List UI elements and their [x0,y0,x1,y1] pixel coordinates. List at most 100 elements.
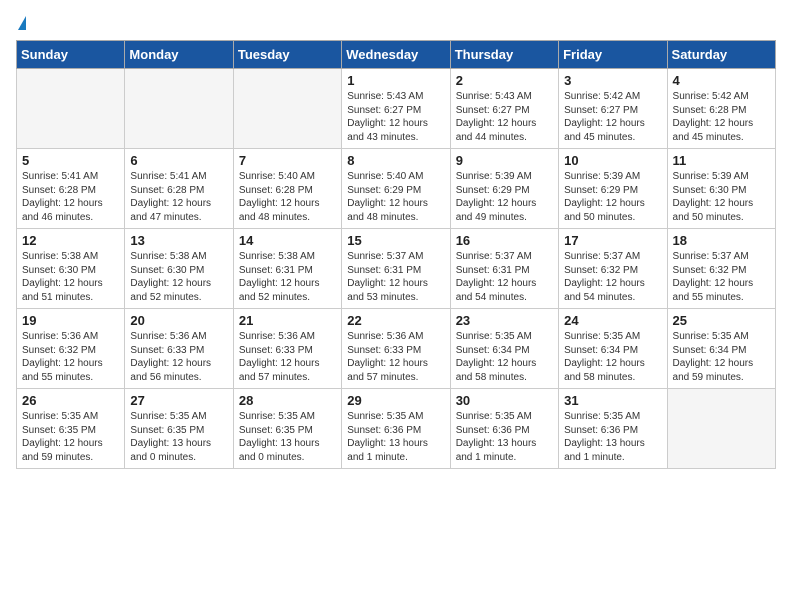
day-number: 6 [130,153,227,168]
day-number: 17 [564,233,661,248]
day-number: 21 [239,313,336,328]
day-info: Sunrise: 5:35 AM Sunset: 6:35 PM Dayligh… [130,410,227,464]
day-info: Sunrise: 5:36 AM Sunset: 6:33 PM Dayligh… [347,330,444,384]
day-info: Sunrise: 5:40 AM Sunset: 6:28 PM Dayligh… [239,170,336,224]
calendar-cell: 11 Sunrise: 5:39 AM Sunset: 6:30 PM Dayl… [667,149,775,229]
calendar-header-tuesday: Tuesday [233,41,341,69]
calendar-cell: 30 Sunrise: 5:35 AM Sunset: 6:36 PM Dayl… [450,389,558,469]
day-number: 12 [22,233,119,248]
day-number: 18 [673,233,770,248]
calendar-cell: 17 Sunrise: 5:37 AM Sunset: 6:32 PM Dayl… [559,229,667,309]
day-info: Sunrise: 5:43 AM Sunset: 6:27 PM Dayligh… [347,90,444,144]
day-number: 2 [456,73,553,88]
calendar-cell: 2 Sunrise: 5:43 AM Sunset: 6:27 PM Dayli… [450,69,558,149]
day-info: Sunrise: 5:36 AM Sunset: 6:33 PM Dayligh… [130,330,227,384]
calendar-table: SundayMondayTuesdayWednesdayThursdayFrid… [16,40,776,469]
header [16,16,776,30]
day-number: 5 [22,153,119,168]
day-info: Sunrise: 5:35 AM Sunset: 6:34 PM Dayligh… [456,330,553,384]
day-number: 4 [673,73,770,88]
calendar-header-monday: Monday [125,41,233,69]
day-info: Sunrise: 5:36 AM Sunset: 6:32 PM Dayligh… [22,330,119,384]
day-info: Sunrise: 5:35 AM Sunset: 6:36 PM Dayligh… [456,410,553,464]
day-number: 3 [564,73,661,88]
calendar-cell: 26 Sunrise: 5:35 AM Sunset: 6:35 PM Dayl… [17,389,125,469]
day-info: Sunrise: 5:41 AM Sunset: 6:28 PM Dayligh… [22,170,119,224]
day-info: Sunrise: 5:42 AM Sunset: 6:27 PM Dayligh… [564,90,661,144]
day-info: Sunrise: 5:39 AM Sunset: 6:29 PM Dayligh… [564,170,661,224]
calendar-week-row: 12 Sunrise: 5:38 AM Sunset: 6:30 PM Dayl… [17,229,776,309]
day-number: 20 [130,313,227,328]
day-info: Sunrise: 5:40 AM Sunset: 6:29 PM Dayligh… [347,170,444,224]
calendar-cell: 10 Sunrise: 5:39 AM Sunset: 6:29 PM Dayl… [559,149,667,229]
logo [16,16,26,30]
day-number: 23 [456,313,553,328]
calendar-cell: 22 Sunrise: 5:36 AM Sunset: 6:33 PM Dayl… [342,309,450,389]
calendar-cell: 6 Sunrise: 5:41 AM Sunset: 6:28 PM Dayli… [125,149,233,229]
day-number: 28 [239,393,336,408]
day-number: 27 [130,393,227,408]
day-info: Sunrise: 5:35 AM Sunset: 6:36 PM Dayligh… [564,410,661,464]
calendar-cell: 23 Sunrise: 5:35 AM Sunset: 6:34 PM Dayl… [450,309,558,389]
calendar-cell: 21 Sunrise: 5:36 AM Sunset: 6:33 PM Dayl… [233,309,341,389]
day-info: Sunrise: 5:35 AM Sunset: 6:35 PM Dayligh… [239,410,336,464]
day-info: Sunrise: 5:37 AM Sunset: 6:32 PM Dayligh… [564,250,661,304]
calendar-cell [233,69,341,149]
day-info: Sunrise: 5:35 AM Sunset: 6:36 PM Dayligh… [347,410,444,464]
day-info: Sunrise: 5:41 AM Sunset: 6:28 PM Dayligh… [130,170,227,224]
day-number: 29 [347,393,444,408]
calendar-cell: 19 Sunrise: 5:36 AM Sunset: 6:32 PM Dayl… [17,309,125,389]
day-number: 22 [347,313,444,328]
calendar-cell: 12 Sunrise: 5:38 AM Sunset: 6:30 PM Dayl… [17,229,125,309]
day-number: 24 [564,313,661,328]
day-number: 1 [347,73,444,88]
day-number: 7 [239,153,336,168]
calendar-cell: 18 Sunrise: 5:37 AM Sunset: 6:32 PM Dayl… [667,229,775,309]
calendar-cell: 15 Sunrise: 5:37 AM Sunset: 6:31 PM Dayl… [342,229,450,309]
calendar-cell: 28 Sunrise: 5:35 AM Sunset: 6:35 PM Dayl… [233,389,341,469]
calendar-week-row: 26 Sunrise: 5:35 AM Sunset: 6:35 PM Dayl… [17,389,776,469]
calendar-cell: 8 Sunrise: 5:40 AM Sunset: 6:29 PM Dayli… [342,149,450,229]
calendar-header-thursday: Thursday [450,41,558,69]
logo-icon [18,16,26,30]
day-number: 8 [347,153,444,168]
day-info: Sunrise: 5:35 AM Sunset: 6:34 PM Dayligh… [564,330,661,384]
calendar-cell: 31 Sunrise: 5:35 AM Sunset: 6:36 PM Dayl… [559,389,667,469]
calendar-cell: 29 Sunrise: 5:35 AM Sunset: 6:36 PM Dayl… [342,389,450,469]
day-info: Sunrise: 5:38 AM Sunset: 6:30 PM Dayligh… [22,250,119,304]
calendar-week-row: 19 Sunrise: 5:36 AM Sunset: 6:32 PM Dayl… [17,309,776,389]
day-info: Sunrise: 5:39 AM Sunset: 6:29 PM Dayligh… [456,170,553,224]
day-number: 26 [22,393,119,408]
calendar-header-sunday: Sunday [17,41,125,69]
calendar-cell [17,69,125,149]
day-number: 16 [456,233,553,248]
calendar-cell: 20 Sunrise: 5:36 AM Sunset: 6:33 PM Dayl… [125,309,233,389]
calendar-cell: 3 Sunrise: 5:42 AM Sunset: 6:27 PM Dayli… [559,69,667,149]
calendar-cell: 4 Sunrise: 5:42 AM Sunset: 6:28 PM Dayli… [667,69,775,149]
day-info: Sunrise: 5:36 AM Sunset: 6:33 PM Dayligh… [239,330,336,384]
day-number: 25 [673,313,770,328]
day-info: Sunrise: 5:39 AM Sunset: 6:30 PM Dayligh… [673,170,770,224]
day-info: Sunrise: 5:42 AM Sunset: 6:28 PM Dayligh… [673,90,770,144]
day-info: Sunrise: 5:37 AM Sunset: 6:32 PM Dayligh… [673,250,770,304]
calendar-cell: 7 Sunrise: 5:40 AM Sunset: 6:28 PM Dayli… [233,149,341,229]
calendar-header-friday: Friday [559,41,667,69]
calendar-week-row: 5 Sunrise: 5:41 AM Sunset: 6:28 PM Dayli… [17,149,776,229]
calendar-cell [667,389,775,469]
calendar-cell: 1 Sunrise: 5:43 AM Sunset: 6:27 PM Dayli… [342,69,450,149]
day-info: Sunrise: 5:35 AM Sunset: 6:35 PM Dayligh… [22,410,119,464]
calendar-header-wednesday: Wednesday [342,41,450,69]
day-number: 30 [456,393,553,408]
calendar-week-row: 1 Sunrise: 5:43 AM Sunset: 6:27 PM Dayli… [17,69,776,149]
day-info: Sunrise: 5:38 AM Sunset: 6:31 PM Dayligh… [239,250,336,304]
day-number: 10 [564,153,661,168]
day-info: Sunrise: 5:38 AM Sunset: 6:30 PM Dayligh… [130,250,227,304]
day-number: 19 [22,313,119,328]
calendar-cell: 13 Sunrise: 5:38 AM Sunset: 6:30 PM Dayl… [125,229,233,309]
calendar-cell: 16 Sunrise: 5:37 AM Sunset: 6:31 PM Dayl… [450,229,558,309]
day-info: Sunrise: 5:43 AM Sunset: 6:27 PM Dayligh… [456,90,553,144]
day-number: 11 [673,153,770,168]
calendar-cell: 27 Sunrise: 5:35 AM Sunset: 6:35 PM Dayl… [125,389,233,469]
day-info: Sunrise: 5:35 AM Sunset: 6:34 PM Dayligh… [673,330,770,384]
day-info: Sunrise: 5:37 AM Sunset: 6:31 PM Dayligh… [347,250,444,304]
